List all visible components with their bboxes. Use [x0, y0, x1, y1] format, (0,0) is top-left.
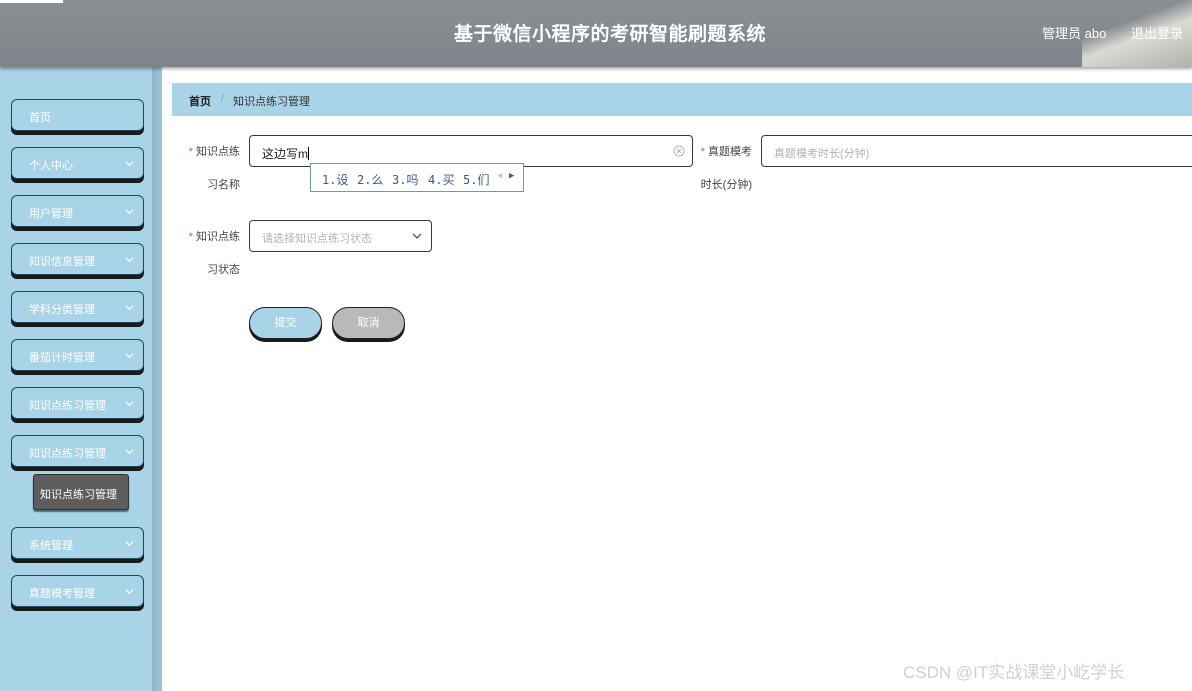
chevron-down-icon [125, 401, 134, 407]
breadcrumb-current: 知识点练习管理 [233, 96, 310, 108]
sidebar-item-label: 真题模考管理 [29, 588, 95, 600]
breadcrumb-separator: / [221, 93, 225, 105]
status-select[interactable]: 请选择知识点练习状态 [249, 220, 432, 252]
sidebar-item-label: 番茄计时管理 [29, 352, 95, 364]
sidebar-border [152, 67, 162, 691]
breadcrumb-home[interactable]: 首页 [189, 93, 211, 109]
status-label: * 知识点练 [182, 220, 240, 254]
ime-candidate[interactable]: 3.吗 [392, 171, 418, 188]
sidebar-item-practice-1[interactable]: 知识点练习管理 [11, 387, 144, 419]
chevron-down-icon [125, 353, 134, 359]
status-placeholder: 请选择知识点练习状态 [262, 233, 372, 245]
required-mark: * [188, 146, 193, 158]
exam-duration-label: * 真题模考 [692, 135, 752, 169]
sidebar-item-label: 系统管理 [29, 540, 73, 552]
sidebar-item-label: 知识点练习管理 [29, 448, 106, 460]
ime-next-icon[interactable]: ▶ [509, 171, 514, 181]
sidebar-item-label: 知识点练习管理 [29, 400, 106, 412]
sidebar-item-system[interactable]: 系统管理 [11, 527, 144, 559]
required-mark: * [700, 146, 705, 158]
sidebar-item-subject-category[interactable]: 学科分类管理 [11, 291, 144, 323]
breadcrumb: 首页 / 知识点练习管理 [172, 83, 1192, 116]
chevron-down-icon [125, 541, 134, 547]
clear-icon[interactable] [673, 145, 685, 157]
sidebar-item-pomodoro[interactable]: 番茄计时管理 [11, 339, 144, 371]
chevron-down-icon [125, 257, 134, 263]
app-title: 基于微信小程序的考研智能刷题系统 [453, 24, 766, 45]
sidebar-subitem-practice[interactable]: 知识点练习管理 [33, 474, 129, 510]
sidebar-item-users[interactable]: 用户管理 [11, 195, 144, 227]
name-label-line1: 知识点练 [196, 146, 240, 158]
cancel-button[interactable]: 取消 [332, 307, 405, 339]
chevron-down-icon [125, 161, 134, 167]
name-label: * 知识点练 [182, 135, 240, 169]
sidebar-item-label: 首页 [29, 112, 51, 124]
sidebar-item-knowledge-info[interactable]: 知识信息管理 [11, 243, 144, 275]
sidebar-item-label: 知识信息管理 [29, 256, 95, 268]
exam-duration-input[interactable]: 真题模考时长(分钟) [761, 135, 1192, 167]
ime-prev-icon[interactable]: ◀ [497, 171, 502, 181]
sidebar-item-home[interactable]: 首页 [11, 99, 144, 131]
ime-candidate[interactable]: 4.买 [428, 171, 454, 188]
top-header: 基于微信小程序的考研智能刷题系统 管理员 abo 退出登录 [0, 0, 1192, 67]
required-mark: * [188, 231, 193, 243]
ime-candidate-popup: 1.设 2.么 3.吗 4.买 5.们 ◀ ▶ [310, 163, 524, 192]
logout-link[interactable]: 退出登录 [1131, 23, 1183, 42]
name-label-line2: 习名称 [207, 179, 240, 191]
watermark: CSDN @IT实战课堂小屹学长 [903, 663, 1125, 682]
chevron-down-icon [125, 209, 134, 215]
header-accent [0, 0, 63, 3]
submit-button[interactable]: 提交 [249, 307, 322, 339]
chevron-down-icon [412, 233, 422, 239]
sidebar-item-label: 个人中心 [29, 160, 73, 172]
sidebar-item-profile[interactable]: 个人中心 [11, 147, 144, 179]
admin-username: 管理员 abo [1042, 26, 1107, 41]
sidebar-item-label: 学科分类管理 [29, 304, 95, 316]
practice-name-value: 这边写m [262, 147, 309, 161]
sidebar-item-practice-2[interactable]: 知识点练习管理 [11, 435, 144, 467]
sidebar-item-mock-exam[interactable]: 真题模考管理 [11, 575, 144, 607]
chevron-down-icon [125, 449, 134, 455]
ime-candidate[interactable]: 1.设 [322, 171, 348, 188]
sidebar-item-label: 用户管理 [29, 208, 73, 220]
ime-candidate[interactable]: 5.们 [463, 171, 489, 188]
sidebar-subitem-label: 知识点练习管理 [40, 489, 117, 501]
chevron-down-icon [125, 589, 134, 595]
exam-duration-placeholder: 真题模考时长(分钟) [774, 148, 870, 160]
status-label-line1: 知识点练 [196, 231, 240, 243]
status-label-line2: 习状态 [207, 264, 240, 276]
ime-candidate[interactable]: 2.么 [357, 171, 383, 188]
chevron-down-icon [125, 305, 134, 311]
exam-duration-label-line2: 时长(分钟) [700, 179, 752, 191]
exam-label-line1: 真题模考 [708, 146, 752, 158]
